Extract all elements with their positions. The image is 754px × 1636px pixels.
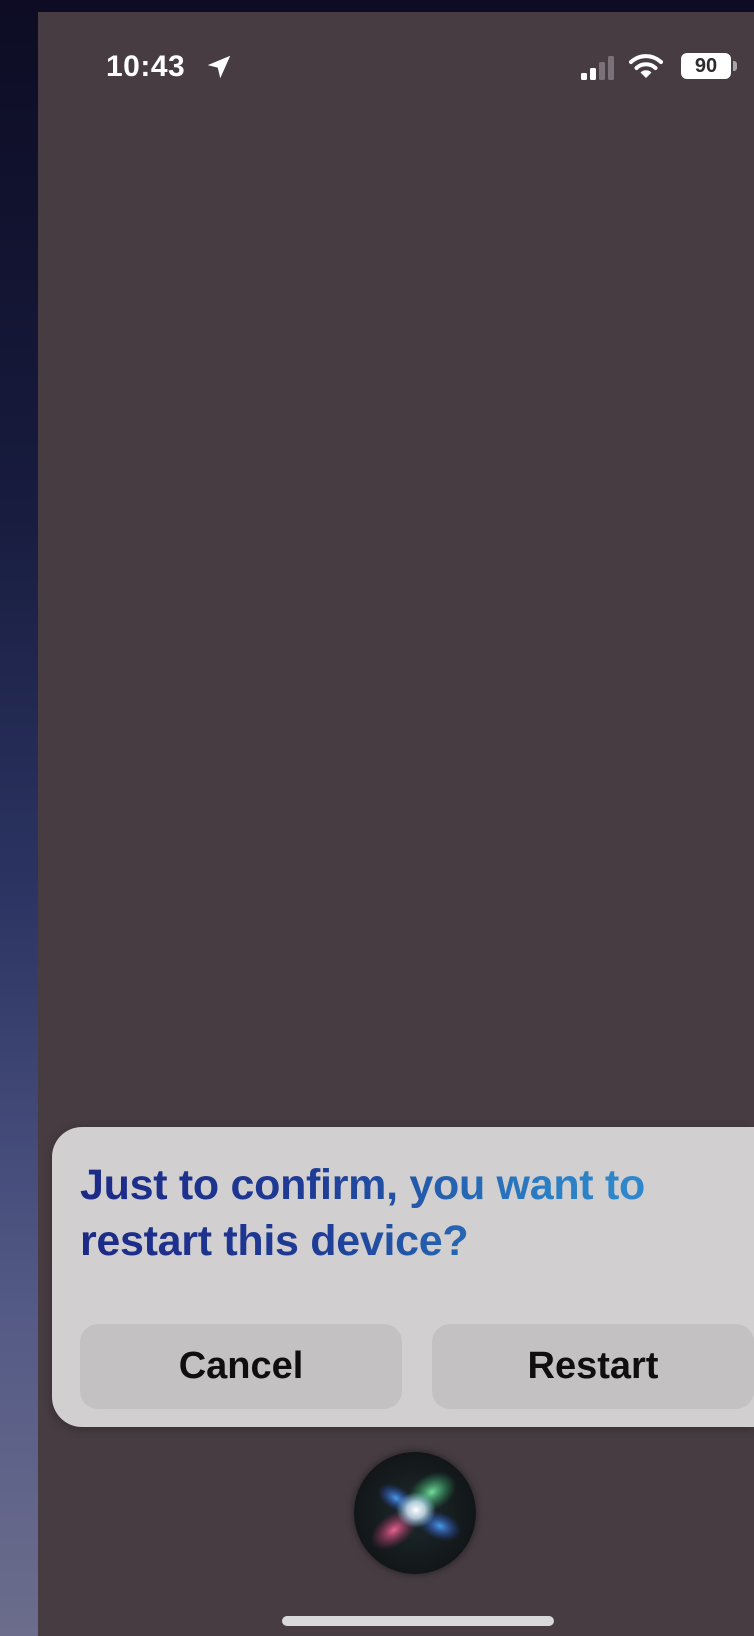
cellular-signal-icon: [581, 56, 614, 80]
cancel-button[interactable]: Cancel: [80, 1324, 402, 1409]
siri-orb-graphic: [370, 1471, 462, 1550]
battery-icon: 90: [681, 53, 741, 79]
phone-screen: 10:43 90 Just to confirm, you want to re…: [38, 12, 754, 1636]
home-indicator[interactable]: [282, 1616, 554, 1626]
confirmation-question: Just to confirm, you want to restart thi…: [80, 1157, 752, 1269]
restart-button[interactable]: Restart: [432, 1324, 754, 1409]
battery-tip: [733, 61, 737, 71]
siri-orb-icon[interactable]: [354, 1452, 476, 1574]
status-bar: 10:43 90: [38, 12, 754, 102]
wifi-icon: [629, 54, 663, 78]
confirmation-card: Just to confirm, you want to restart thi…: [52, 1127, 754, 1427]
battery-level: 90: [681, 53, 731, 79]
location-arrow-icon: [207, 55, 231, 79]
status-time: 10:43: [106, 50, 186, 83]
